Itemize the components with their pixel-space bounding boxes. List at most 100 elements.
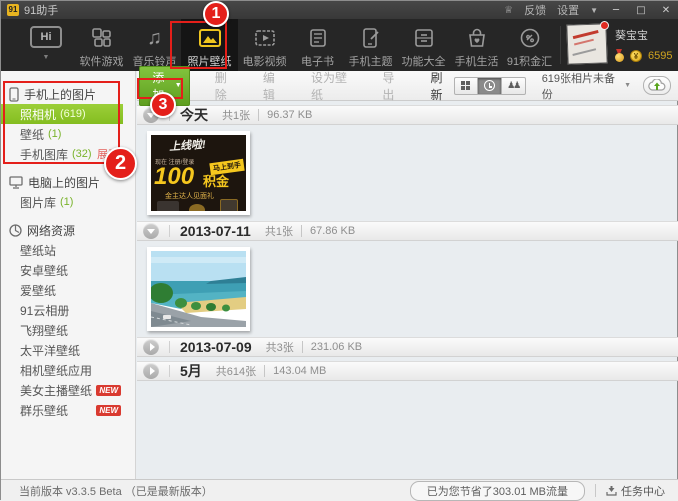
export-button[interactable]: 导出 — [382, 69, 405, 103]
phone-pencil-icon — [360, 26, 382, 50]
nav-item-apps-games[interactable]: 软件游戏 — [75, 19, 128, 71]
sidebar-item-flying-wallpaper[interactable]: 飞翔壁纸 — [1, 320, 135, 340]
nav-item-photos-wallpaper[interactable]: 照片壁纸 — [181, 19, 238, 71]
menu-caret-icon[interactable]: ▼ — [590, 6, 598, 15]
backup-status-text: 619张相片未备份 — [541, 72, 616, 101]
set-wallpaper-button[interactable]: 设为壁纸 — [311, 69, 357, 103]
group-header-today: 今天 共1张 96.37 KB — [137, 105, 678, 125]
nav-item-phone-life[interactable]: 手机生活 — [450, 19, 503, 71]
crown-icon[interactable]: ♕ — [504, 5, 513, 16]
sidebar-item-wallpaper-station[interactable]: 壁纸站 — [1, 240, 135, 260]
photo-wallpaper-icon — [198, 26, 222, 50]
collapse-toggle[interactable] — [143, 223, 159, 239]
main-area: 添加 ▼ 删除 编辑 设为壁纸 导出 刷新 ♟♟ 619张相片未备份 ▼ 今天 … — [137, 65, 678, 479]
task-center-icon — [606, 486, 617, 496]
sidebar-item-91-cloud-album[interactable]: 91云相册 — [1, 300, 135, 320]
add-caret-icon: ▼ — [174, 82, 182, 89]
new-badge: NEW — [96, 384, 121, 396]
sidebar-item-camera[interactable]: 照相机 (619) — [1, 104, 123, 124]
main-nav: Hi ▼ 软件游戏 ♫ 音乐铃声 照片壁纸 电影视频 电子书 手机主题 功能大全… — [1, 19, 678, 71]
new-badge: NEW — [96, 404, 121, 416]
arrow-down-icon — [147, 113, 155, 118]
data-savings-button[interactable]: 已为您节省了303.01 MB流量 — [409, 480, 585, 501]
points-circle-icon — [519, 26, 541, 50]
photo-row-2013-07-11 — [137, 241, 678, 333]
medal-icon — [615, 49, 624, 62]
user-box: 葵宝宝 ¥ 6595 — [566, 19, 673, 71]
sidebar-item-pacific-wallpaper[interactable]: 太平洋壁纸 — [1, 340, 135, 360]
minimize-button[interactable]: ─ — [609, 5, 623, 16]
globe-icon — [9, 223, 22, 237]
maximize-button[interactable]: □ — [634, 5, 648, 16]
nav-item-phone-themes[interactable]: 手机主题 — [344, 19, 397, 71]
add-button[interactable]: 添加 ▼ — [139, 65, 190, 106]
backup-caret-icon[interactable]: ▼ — [624, 82, 631, 89]
cloud-upload-icon — [648, 79, 666, 91]
photo-toolbar: 添加 ▼ 删除 编辑 设为壁纸 导出 刷新 ♟♟ 619张相片未备份 ▼ — [137, 65, 678, 106]
sidebar-section-computer-pictures: 电脑上的图片 — [1, 172, 135, 192]
collapse-toggle[interactable] — [143, 107, 159, 123]
sidebar-item-android-wallpaper[interactable]: 安卓壁纸 — [1, 260, 135, 280]
sidebar-item-love-wallpaper[interactable]: 爱壁纸 — [1, 280, 135, 300]
refresh-button[interactable]: 刷新 — [431, 69, 454, 103]
sidebar-item-picture-library[interactable]: 图片库 (1) — [1, 192, 135, 212]
settings-link[interactable]: 设置 — [557, 2, 579, 18]
group-header-2013-07-11: 2013-07-11 共1张 67.86 KB — [137, 221, 678, 241]
task-center-button[interactable]: 任务中心 — [606, 483, 665, 499]
nav-item-music-ringtones[interactable]: ♫ 音乐铃声 — [128, 19, 181, 71]
sidebar-item-qunle-wallpaper[interactable]: 群乐壁纸 NEW — [1, 400, 135, 420]
edit-button[interactable]: 编辑 — [263, 69, 286, 103]
photo-row-today: 上线啦! 现在 注册/登录 100 积金 金主达人见面礼 马上到手 — [137, 125, 678, 217]
time-view-button[interactable] — [477, 76, 502, 95]
cloud-upload-button[interactable] — [643, 76, 672, 95]
expand-link[interactable]: 展开 — [97, 146, 119, 162]
sidebar-item-phone-gallery[interactable]: 手机图库 (32) 展开 — [1, 144, 135, 164]
book-icon — [307, 26, 329, 50]
grid-view-icon — [461, 81, 471, 90]
status-bar: 当前版本 v3.3.5 Beta （已是最新版本） 已为您节省了303.01 M… — [1, 479, 678, 501]
version-text: 当前版本 v3.3.5 Beta （已是最新版本） — [19, 485, 213, 498]
expand-toggle[interactable] — [143, 363, 159, 379]
avatar[interactable] — [566, 23, 608, 65]
monitor-icon — [9, 175, 23, 189]
clock-icon — [483, 80, 495, 91]
feedback-link[interactable]: 反馈 — [524, 2, 546, 18]
points-count: 6595 — [648, 49, 673, 62]
nav-item-hi[interactable]: Hi ▼ — [17, 19, 75, 71]
nav-item-ebooks[interactable]: 电子书 — [291, 19, 344, 71]
sidebar: 手机上的图片 照相机 (619) 壁纸 (1) 手机图库 (32) 展开 电脑上… — [1, 71, 136, 479]
sidebar-item-beauty-anchor-wallpaper[interactable]: 美女主播壁纸 NEW — [1, 380, 135, 400]
music-note-icon: ♫ — [147, 26, 162, 49]
nav-item-movies-videos[interactable]: 电影视频 — [238, 19, 291, 71]
phone-icon — [9, 86, 19, 102]
arrow-right-icon — [149, 343, 155, 351]
apps-grid-icon — [91, 26, 113, 50]
view-switcher: ♟♟ — [453, 76, 526, 95]
close-button[interactable]: ✕ — [659, 5, 673, 16]
video-icon — [254, 26, 276, 50]
arrow-down-icon — [147, 229, 155, 234]
drawer-icon — [413, 26, 435, 50]
app-logo: 91 — [7, 4, 19, 16]
hi-caret-icon: ▼ — [42, 54, 50, 61]
notification-dot — [600, 21, 609, 30]
expand-toggle[interactable] — [143, 339, 159, 355]
sidebar-item-wallpaper[interactable]: 壁纸 (1) — [1, 124, 135, 144]
photo-thumbnail-beach[interactable] — [147, 247, 250, 331]
grid-view-button[interactable] — [453, 76, 478, 95]
photo-thumbnail-promo[interactable]: 上线啦! 现在 注册/登录 100 积金 金主达人见面礼 马上到手 — [147, 131, 250, 215]
window-title: 91助手 — [24, 5, 59, 17]
nav-item-91-points[interactable]: 91积金汇 — [503, 19, 556, 71]
coin-icon: ¥ — [630, 49, 642, 62]
user-name[interactable]: 葵宝宝 — [615, 27, 672, 43]
group-header-may: 5月 共614张 143.04 MB — [137, 361, 678, 381]
nav-divider — [560, 26, 561, 64]
shopping-bag-heart-icon — [466, 26, 488, 50]
delete-button[interactable]: 删除 — [215, 69, 238, 103]
group-header-2013-07-09: 2013-07-09 共3张 231.06 KB — [137, 337, 678, 357]
sidebar-section-phone-pictures: 手机上的图片 — [1, 84, 135, 104]
hi-bubble-icon: Hi — [30, 26, 62, 48]
sidebar-item-camera-wallpaper-app[interactable]: 相机壁纸应用 — [1, 360, 135, 380]
people-view-button[interactable]: ♟♟ — [501, 76, 526, 95]
nav-item-all-features[interactable]: 功能大全 — [397, 19, 450, 71]
